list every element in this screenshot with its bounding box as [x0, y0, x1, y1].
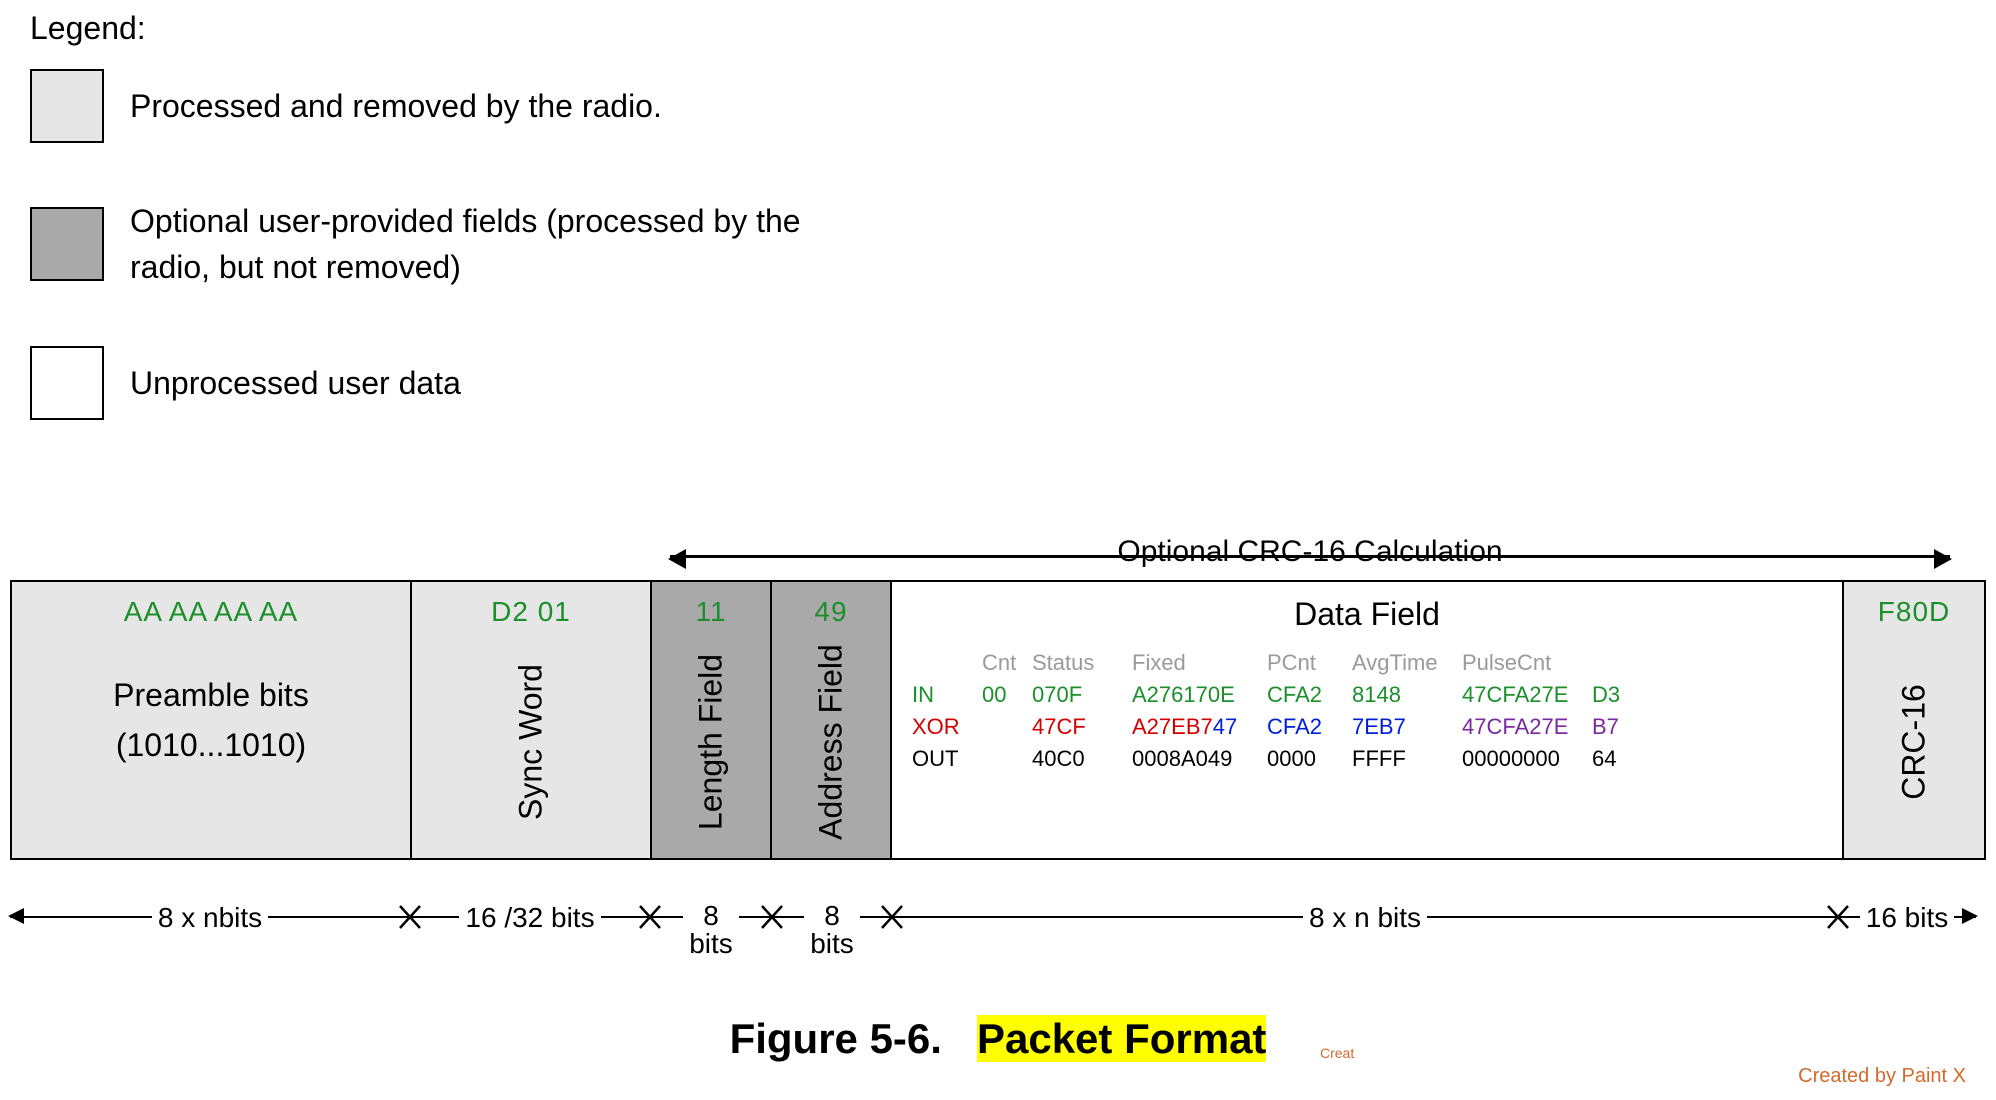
data-field-title: Data Field — [892, 596, 1842, 633]
dimension-separator-icon — [638, 904, 662, 935]
data-table-header: AvgTime — [1352, 650, 1462, 676]
legend-text: Unprocessed user data — [130, 360, 461, 406]
data-table: CntStatusFixedPCntAvgTimePulseCnt IN00070… — [912, 650, 1822, 772]
data-cell: 47CFA27E — [1462, 714, 1592, 740]
data-table-header: Fixed — [1132, 650, 1267, 676]
field-crc16: F80D CRC-16 — [1844, 582, 1984, 858]
data-cell: 0008A049 — [1132, 746, 1267, 772]
data-cell: 0000 — [1267, 746, 1352, 772]
dimension-separator-icon — [398, 904, 422, 935]
dimension-label: 8 x nbits — [152, 902, 268, 934]
dimension-segment: 16 /32 bits — [410, 902, 650, 934]
watermark-fragment: Creat — [1320, 1045, 1354, 1061]
swatch-white — [30, 346, 104, 420]
legend-text: Optional user-provided fields (processed… — [130, 198, 830, 291]
data-cell: 7EB7 — [1352, 714, 1462, 740]
data-table-header: Cnt — [982, 650, 1032, 676]
dimension-segment: 8 x nbits — [10, 902, 410, 934]
swatch-light — [30, 69, 104, 143]
data-table-header: Status — [1032, 650, 1132, 676]
data-cell: 47CF — [1032, 714, 1132, 740]
row-label: IN — [912, 682, 982, 708]
caption-highlight: Packet Format — [977, 1015, 1266, 1062]
data-cell: 00000000 — [1462, 746, 1592, 772]
dimension-label: 8bits — [683, 902, 739, 958]
crc-hex: F80D — [1844, 596, 1984, 628]
data-cell — [982, 746, 1032, 772]
arrow-left-icon — [8, 908, 24, 924]
data-cell: CFA2 — [1267, 714, 1352, 740]
watermark: Created by Paint X — [1798, 1065, 1966, 1088]
preamble-pattern: (1010...1010) — [12, 727, 410, 764]
data-cell: 47CFA27E — [1462, 682, 1592, 708]
field-preamble: AA AA AA AA Preamble bits (1010...1010) — [12, 582, 412, 858]
address-label: Address Field — [813, 644, 850, 840]
row-label: OUT — [912, 746, 982, 772]
dimension-separator-icon — [760, 904, 784, 935]
crc-span-arrow — [670, 555, 1950, 575]
field-address: 49 Address Field — [772, 582, 892, 858]
dimension-label: 16 bits — [1860, 902, 1955, 934]
data-cell: A27EB747 — [1132, 714, 1267, 740]
data-cell: 00 — [982, 682, 1032, 708]
dimension-label: 8 x n bits — [1303, 902, 1427, 934]
length-hex: 11 — [652, 596, 770, 628]
data-cell: 070F — [1032, 682, 1132, 708]
data-cell: 64 — [1592, 746, 1642, 772]
dimension-separator-icon — [1826, 904, 1850, 935]
legend-item-unprocessed: Unprocessed user data — [30, 346, 1966, 420]
data-table-row: IN00070FA276170ECFA2814847CFA27ED3 — [912, 682, 1822, 708]
legend-item-optional-fields: Optional user-provided fields (processed… — [30, 198, 1966, 291]
crc-label: CRC-16 — [1896, 684, 1933, 800]
data-cell: 8148 — [1352, 682, 1462, 708]
legend-text: Processed and removed by the radio. — [130, 83, 662, 129]
dimension-separator-icon — [880, 904, 904, 935]
data-cell: D3 — [1592, 682, 1642, 708]
data-cell — [982, 714, 1032, 740]
data-table-header: PulseCnt — [1462, 650, 1592, 676]
field-sync-word: D2 01 Sync Word — [412, 582, 652, 858]
data-table-row: OUT 40C00008A0490000FFFF0000000064 — [912, 746, 1822, 772]
data-cell: 40C0 — [1032, 746, 1132, 772]
packet-diagram: AA AA AA AA Preamble bits (1010...1010) … — [10, 580, 1986, 860]
sync-hex: D2 01 — [412, 596, 650, 628]
legend-item-processed-removed: Processed and removed by the radio. — [30, 69, 1966, 143]
field-length: 11 Length Field — [652, 582, 772, 858]
preamble-label: Preamble bits — [12, 677, 410, 714]
dimension-segment: 8bits — [772, 902, 892, 960]
dimension-row: 8 x nbits 16 /32 bits 8bits 8bits 8 x n bits… — [10, 902, 1986, 982]
arrow-right-icon — [1962, 908, 1978, 924]
dimension-segment: 16 bits — [1838, 902, 1976, 934]
dimension-segment: 8 x n bits — [892, 902, 1838, 934]
data-cell: A276170E — [1132, 682, 1267, 708]
address-hex: 49 — [772, 596, 890, 628]
data-table-header: PCnt — [1267, 650, 1352, 676]
data-table-row: XOR47CFA27EB747CFA27EB747CFA27EB7 — [912, 714, 1822, 740]
swatch-dark — [30, 207, 104, 281]
length-label: Length Field — [693, 654, 730, 830]
caption-prefix: Figure 5-6. — [730, 1015, 942, 1062]
data-cell: B7 — [1592, 714, 1642, 740]
dimension-label: 16 /32 bits — [459, 902, 600, 934]
figure-caption: Figure 5-6. Packet Format — [0, 1015, 1996, 1063]
preamble-hex: AA AA AA AA — [12, 596, 410, 628]
data-cell: CFA2 — [1267, 682, 1352, 708]
sync-label: Sync Word — [513, 664, 550, 820]
dimension-label: 8bits — [804, 902, 860, 958]
legend-title: Legend: — [30, 10, 1966, 47]
data-cell: FFFF — [1352, 746, 1462, 772]
row-label: XOR — [912, 714, 982, 740]
field-data: Data Field CntStatusFixedPCntAvgTimePuls… — [892, 582, 1844, 858]
data-table-header — [1592, 650, 1642, 676]
dimension-segment: 8bits — [650, 902, 772, 960]
data-table-header — [912, 650, 982, 676]
